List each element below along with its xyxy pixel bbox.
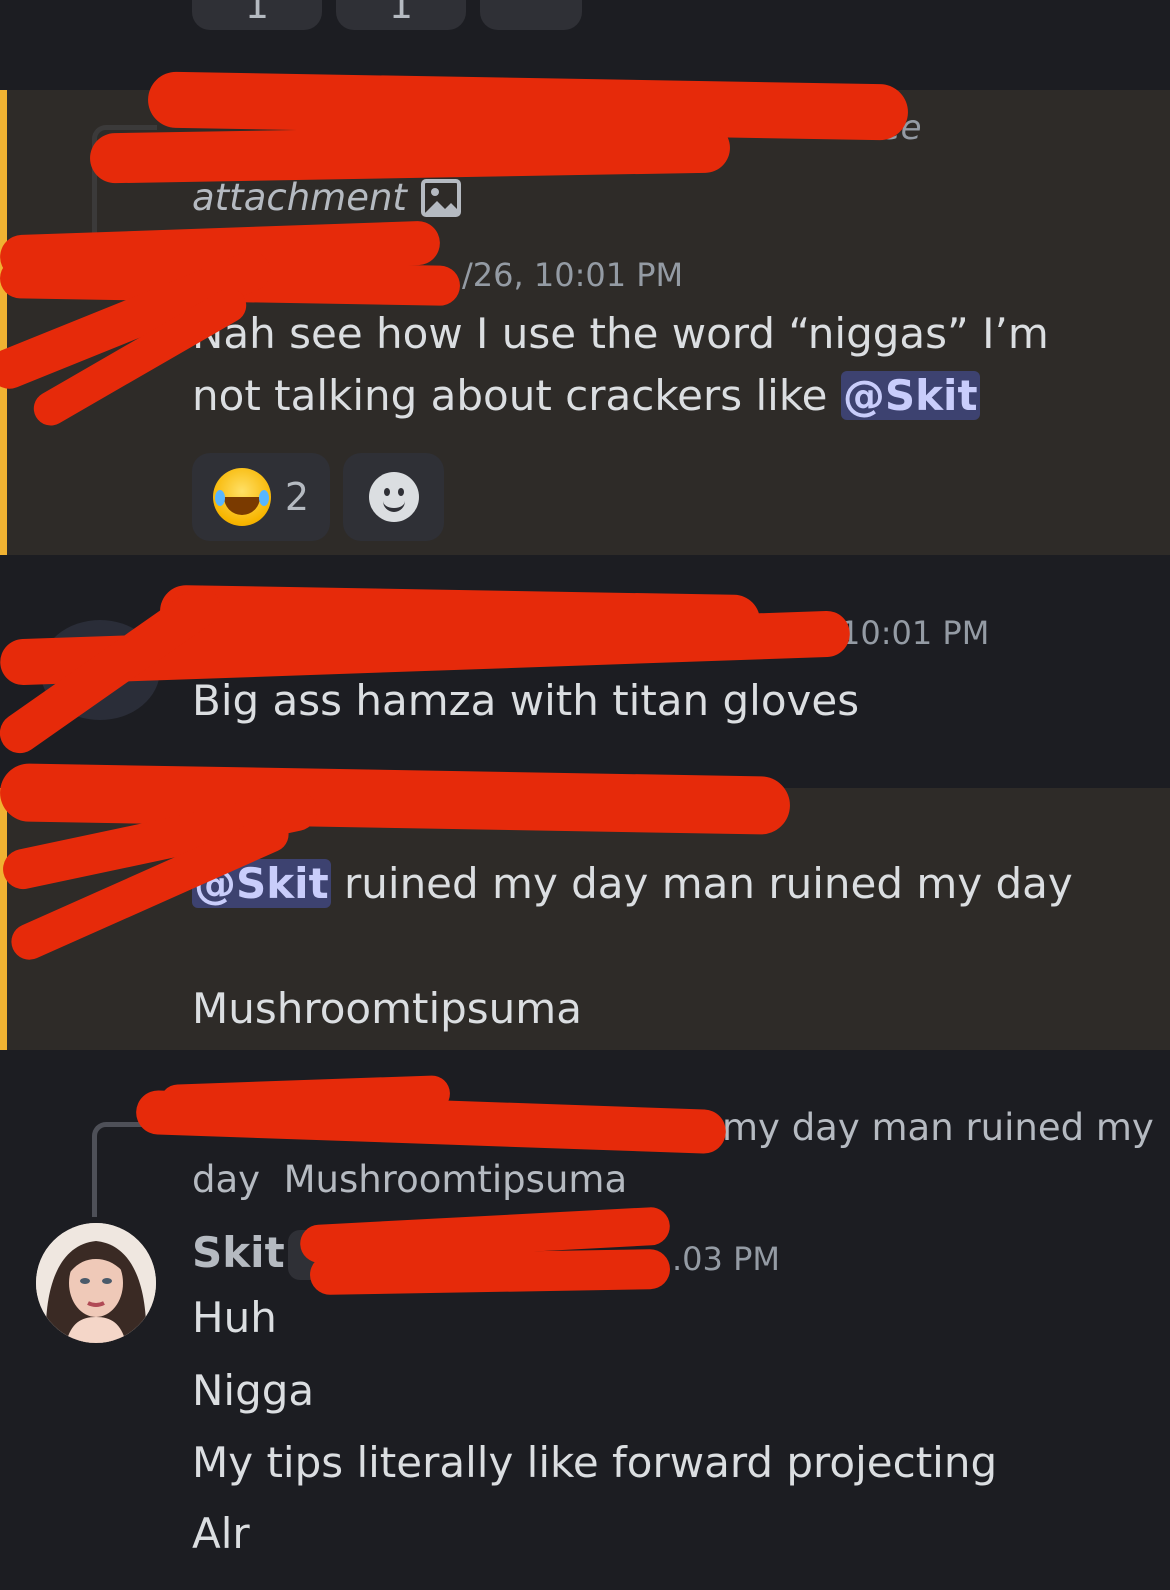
message-line: My tips literally like forward projectin… (192, 1438, 998, 1487)
message-timestamp: /26, 10:01 PM (462, 256, 684, 294)
reply-preview-line2[interactable]: day Mushroomtipsuma (192, 1158, 627, 1201)
message-timestamp: .03 PM (672, 1240, 780, 1278)
add-reaction-icon (368, 472, 419, 522)
message-content: @Skit ruined my day man ruined my day (192, 853, 1142, 915)
reaction-chip-top-2[interactable]: 1 (336, 0, 466, 30)
image-icon (420, 178, 461, 217)
reply-attachment-label: attachment (192, 176, 407, 219)
message-timestamp: 10:01 PM (840, 614, 990, 652)
message-content: Big ass hamza with titan gloves (192, 676, 860, 725)
reaction-chip-top-1[interactable]: 1 (192, 0, 322, 30)
reaction-chip-joy[interactable]: 2 (192, 453, 330, 541)
message-text: ruined my day man ruined my day (330, 859, 1073, 908)
reaction-count: 1 (244, 0, 270, 27)
message-content: Nah see how I use the word “niggas” I’m … (192, 303, 1092, 427)
mention-highlight-bar (0, 788, 7, 1050)
redaction-mark (309, 1248, 671, 1296)
redaction-mark (135, 1089, 727, 1155)
reply-preview-line1[interactable]: my day man ruined my (722, 1106, 1154, 1149)
reaction-count: 1 (388, 0, 414, 27)
add-reaction-button-top[interactable] (480, 0, 582, 30)
author-name[interactable]: Skit (192, 1228, 285, 1277)
reply-connector (92, 1122, 157, 1217)
user-mention[interactable]: @Skit (840, 371, 980, 420)
message-line: Nigga (192, 1366, 315, 1415)
avatar[interactable] (36, 1223, 156, 1343)
message-text-line2: Mushroomtipsuma (192, 984, 582, 1033)
mention-highlight-bar (0, 90, 7, 555)
reply-preview-attachment[interactable]: attachment (192, 176, 461, 219)
joy-emoji-icon (212, 468, 271, 526)
add-reaction-button[interactable] (343, 453, 444, 541)
message-line: Alr (192, 1509, 250, 1558)
reaction-count: 2 (284, 475, 310, 519)
message-line: Huh (192, 1293, 277, 1342)
